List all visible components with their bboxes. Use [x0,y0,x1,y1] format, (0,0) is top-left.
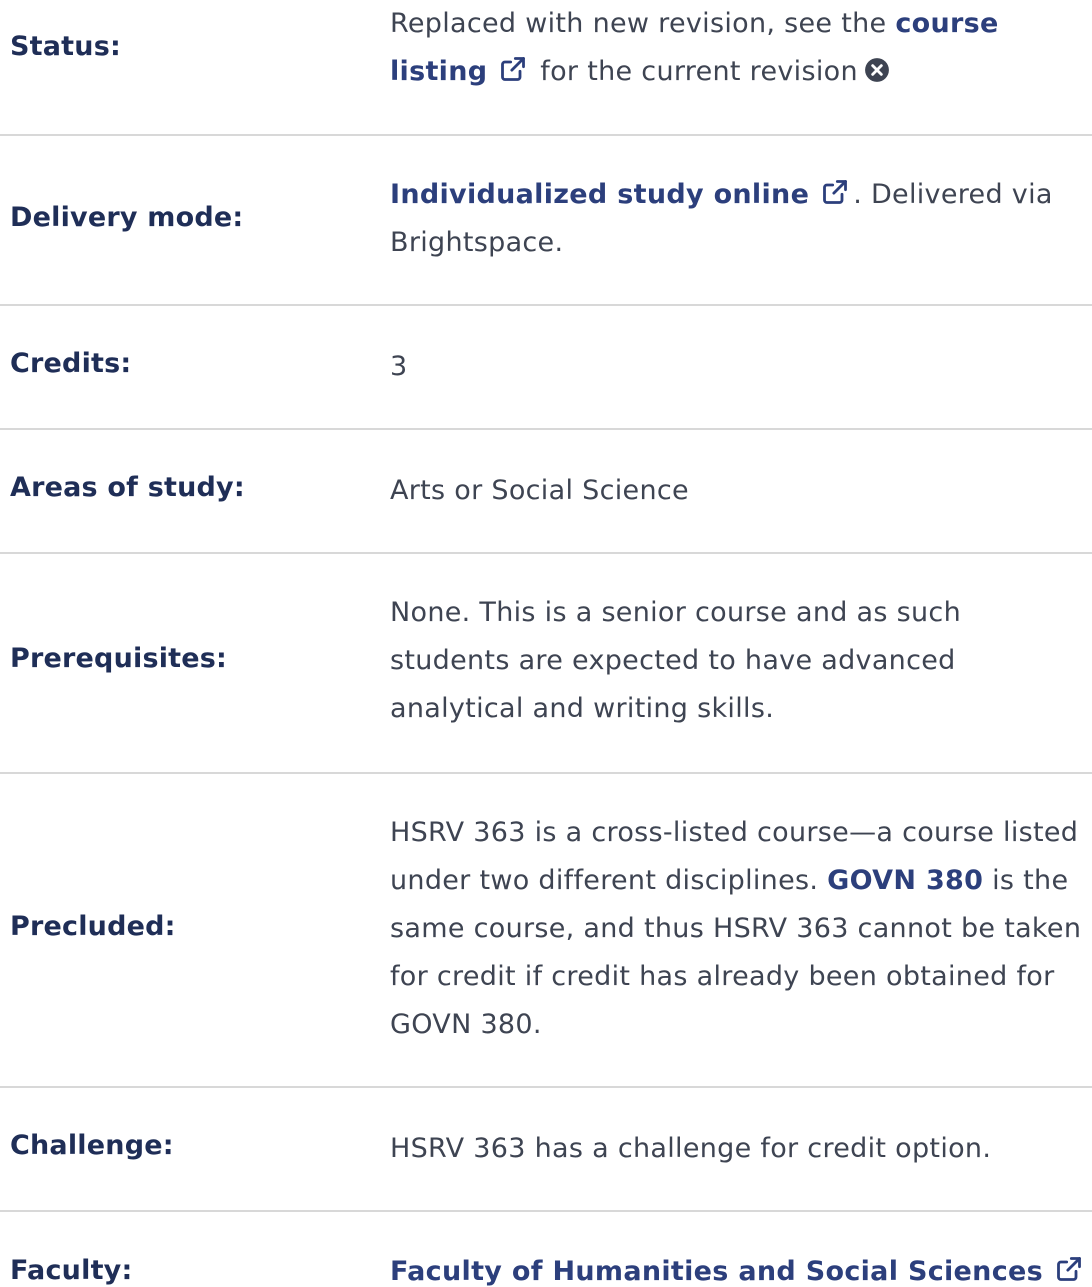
challenge-value: HSRV 363 has a challenge for credit opti… [390,1133,992,1164]
status-row: Status: Replaced with new revision, see … [0,0,1092,136]
external-link-icon[interactable] [499,55,527,83]
challenge-label: Challenge: [10,1130,174,1161]
individualized-study-link[interactable]: Individualized study online [390,179,809,210]
faculty-row: Faculty: Faculty of Humanities and Socia… [0,1212,1092,1287]
govn-380-link[interactable]: GOVN 380 [827,865,983,896]
areas-row: Areas of study: Arts or Social Science [0,430,1092,554]
delivery-label: Delivery mode: [10,202,244,233]
prerequisites-value: None. This is a senior course and as suc… [390,597,961,724]
delivery-row: Delivery mode: Individualized study onli… [0,136,1092,306]
precluded-value: HSRV 363 is a cross-listed course—a cour… [390,809,1090,1049]
status-label: Status: [10,31,121,62]
external-link-icon[interactable] [821,178,849,206]
faculty-value: Faculty of Humanities and Social Science… [390,1248,1090,1287]
areas-label: Areas of study: [10,472,245,503]
precluded-row: Precluded: HSRV 363 is a cross-listed co… [0,774,1092,1088]
prerequisites-label: Prerequisites: [10,643,228,674]
status-text-after: for the current revision [540,56,858,87]
external-link-icon[interactable] [1055,1255,1083,1283]
credits-row: Credits: 3 [0,306,1092,430]
faculty-label: Faculty: [10,1255,133,1286]
faculty-link[interactable]: Faculty of Humanities and Social Science… [390,1256,1043,1287]
times-circle-icon[interactable] [864,57,890,83]
precluded-label: Precluded: [10,911,176,942]
prerequisites-row: Prerequisites: None. This is a senior co… [0,554,1092,774]
status-value: Replaced with new revision, see the cour… [390,0,1090,96]
credits-value: 3 [390,351,408,382]
challenge-row: Challenge: HSRV 363 has a challenge for … [0,1088,1092,1212]
areas-value: Arts or Social Science [390,475,689,506]
status-text-before: Replaced with new revision, see the [390,8,887,39]
delivery-value: Individualized study online. Delivered v… [390,171,1090,267]
credits-label: Credits: [10,348,132,379]
